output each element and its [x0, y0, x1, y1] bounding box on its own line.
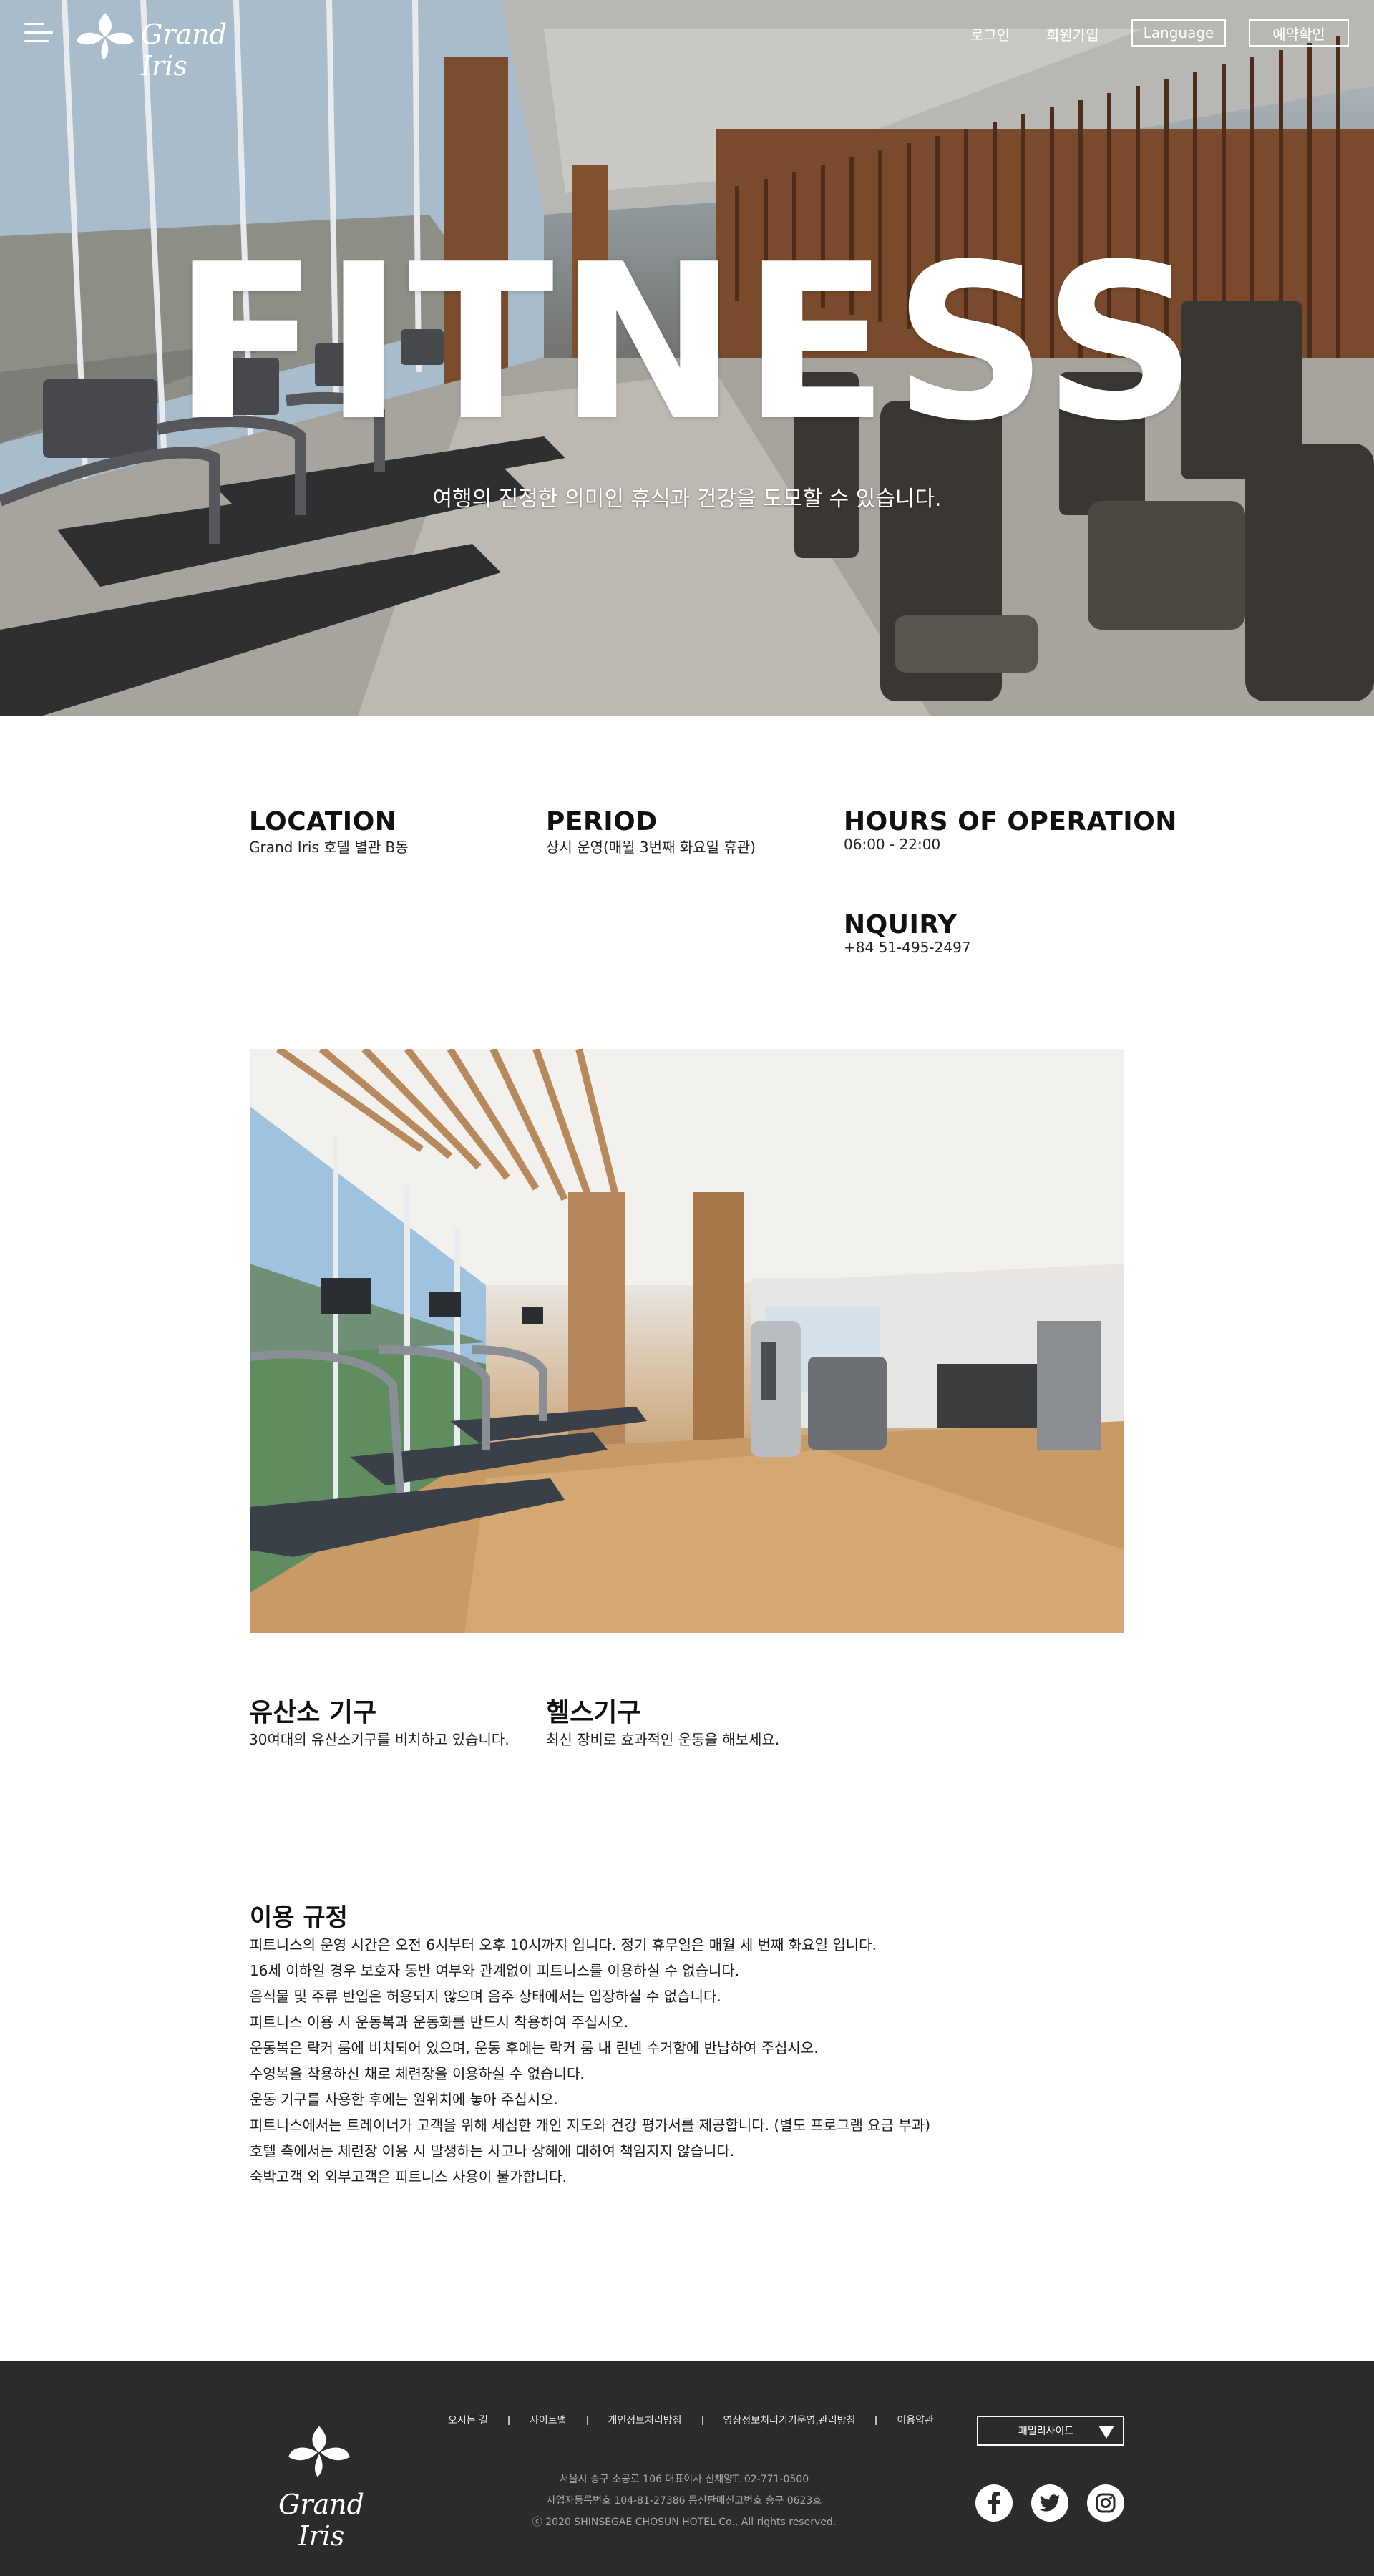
rule-item: 16세 이하일 경우 보호자 동반 여부와 관계없이 피트니스를 이용하실 수 … — [250, 1962, 740, 1979]
weights-heading: 헬스기구 — [546, 1698, 641, 1727]
iris-flower-icon — [77, 13, 134, 60]
rule-item: 숙박고객 외 외부고객은 피트니스 사용이 불가합니다. — [250, 2168, 567, 2185]
hero-subtitle: 여행의 진정한 의미인 휴식과 건강을 도모할 수 있습니다. — [432, 487, 942, 512]
period-heading: PERIOD — [546, 807, 658, 836]
family-site-select[interactable]: 패밀리사이트 — [977, 2416, 1124, 2446]
footer-link-divider — [875, 2415, 877, 2425]
rule-item: 운동복은 락커 룸에 비치되어 있으며, 운동 후에는 락커 룸 내 린넨 수거… — [250, 2039, 819, 2057]
rule-item: 수영복을 착용하신 채로 체련장을 이용하실 수 없습니다. — [250, 2065, 585, 2082]
language-button[interactable]: Language — [1131, 19, 1226, 47]
gym-interior-illustration — [250, 1049, 1124, 1633]
footer-brand-name: Grand Iris — [278, 2489, 364, 2552]
footer-link-terms[interactable]: 이용약관 — [897, 2413, 934, 2427]
cardio-heading: 유산소 기구 — [249, 1698, 377, 1727]
footer-link-cctv-policy[interactable]: 영상정보처리기기운영,관리방침 — [723, 2413, 856, 2427]
hours-heading: HOURS OF OPERATION — [844, 807, 1177, 836]
location-text: Grand Iris 호텔 별관 B동 — [249, 839, 409, 856]
location-heading: LOCATION — [249, 807, 397, 836]
rule-item: 피트니스 이용 시 운동복과 운동화를 반드시 착용하여 주십시오. — [250, 2014, 629, 2031]
facebook-glyph — [988, 2492, 1000, 2514]
brand-logo[interactable]: Grand Iris — [75, 9, 268, 82]
hamburger-menu-icon[interactable] — [24, 23, 53, 44]
signup-link[interactable]: 회원가입 — [1046, 24, 1099, 44]
instagram-glyph — [1096, 2493, 1116, 2513]
inquiry-text: +84 51-495-2497 — [844, 939, 971, 956]
rules-heading: 이용 규정 — [250, 1903, 348, 1932]
period-text: 상시 운영(매월 3번째 화요일 휴관) — [546, 839, 756, 856]
cardio-text: 30여대의 유산소기구를 비치하고 있습니다. — [249, 1731, 510, 1748]
footer-link-divider — [507, 2415, 510, 2425]
rules-list: 피트니스의 운영 시간은 오전 6시부터 오후 10시까지 입니다. 정기 휴무… — [250, 1932, 1180, 2190]
footer-address: 서울시 송구 소공로 106 대표이사 신채양T. 02-771-0500 사업… — [448, 2469, 920, 2533]
footer-copyright: ⓒ 2020 SHINSEGAE CHOSUN HOTEL Co., All r… — [532, 2517, 837, 2528]
footer-links: 오시는 길 사이트맵 개인정보처리방침 영상정보처리기기운영,관리방침 이용약관 — [448, 2413, 934, 2427]
hero-banner: FITNESS 여행의 진정한 의미인 휴식과 건강을 도모할 수 있습니다. … — [0, 0, 1374, 716]
rule-item: 운동 기구를 사용한 후에는 원위치에 놓아 주십시오. — [250, 2091, 558, 2108]
footer-link-divider — [701, 2415, 703, 2425]
dropdown-arrow-icon — [1098, 2426, 1114, 2439]
rule-item: 피트니스에서는 트레이너가 고객을 위해 세심한 개인 지도와 건강 평가서를 … — [250, 2117, 931, 2134]
rule-item: 음식물 및 주류 반입은 허용되지 않으며 음주 상태에서는 입장하실 수 없습… — [250, 1988, 721, 2005]
footer-link-sitemap[interactable]: 사이트맵 — [530, 2413, 567, 2427]
iris-flower-icon — [288, 2426, 350, 2477]
inquiry-heading: NQUIRY — [844, 910, 958, 940]
rule-item: 피트니스의 운영 시간은 오전 6시부터 오후 10시까지 입니다. 정기 휴무… — [250, 1936, 877, 1953]
twitter-glyph — [1039, 2494, 1060, 2512]
weights-text: 최신 장비로 효과적인 운동을 해보세요. — [546, 1731, 780, 1748]
facebook-icon[interactable] — [975, 2484, 1013, 2522]
login-link[interactable]: 로그인 — [970, 24, 1010, 44]
site-footer: Grand Iris 오시는 길 사이트맵 개인정보처리방침 영상정보처리기기운… — [0, 2361, 1374, 2576]
hero-title: FITNESS — [172, 218, 1202, 468]
footer-link-directions[interactable]: 오시는 길 — [448, 2413, 488, 2427]
site-header: Grand Iris 로그인 회원가입 Language 예약확인 — [0, 0, 1374, 82]
footer-link-divider — [586, 2415, 588, 2425]
footer-logo[interactable]: Grand Iris — [261, 2420, 376, 2552]
reservation-button[interactable]: 예약확인 — [1249, 19, 1349, 47]
rule-item: 호텔 측에서는 체련장 이용 시 발생하는 사고나 상해에 대하여 책임지지 않… — [250, 2142, 735, 2160]
footer-link-privacy[interactable]: 개인정보처리방침 — [608, 2413, 682, 2427]
brand-name: Grand Iris — [141, 19, 227, 82]
footer-address-line: 서울시 송구 소공로 106 대표이사 신채양T. 02-771-0500 — [559, 2474, 809, 2485]
footer-business-line: 사업자등록번호 104-81-27386 통신판매신고번호 송구 0623호 — [546, 2495, 822, 2507]
twitter-icon[interactable] — [1031, 2484, 1068, 2522]
hours-text: 06:00 - 22:00 — [844, 836, 941, 853]
gym-interior-photo — [250, 1049, 1124, 1633]
family-site-label: 패밀리사이트 — [1018, 2426, 1074, 2437]
instagram-icon[interactable] — [1087, 2484, 1124, 2522]
